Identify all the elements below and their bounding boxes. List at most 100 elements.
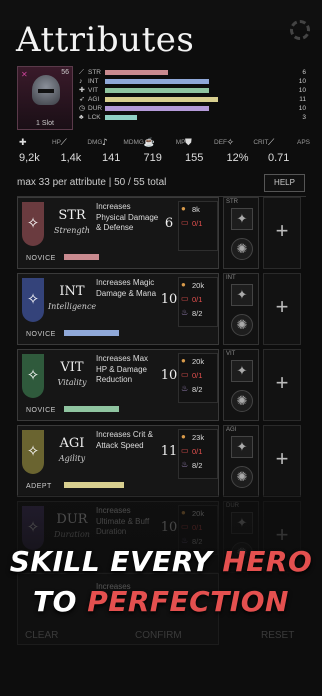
int-emblem-icon: ✧ — [22, 278, 44, 322]
stat-value: 10 — [298, 87, 306, 94]
cost-value: 8/2 — [192, 461, 203, 470]
skill-slots-agi[interactable]: AGI ✦ ✺ — [223, 425, 259, 497]
attribute-name: Strength — [54, 226, 90, 235]
plus-icon: + — [275, 370, 289, 395]
skill-slot-icon[interactable]: ✺ — [231, 314, 253, 336]
promo-line-1: SKILL EVERY HERO — [9, 545, 313, 578]
hp-icon: ✚ — [19, 138, 27, 148]
potion-icon: ♨ — [181, 460, 189, 469]
gear-icon[interactable] — [290, 20, 310, 40]
cost-value: 8/2 — [192, 385, 203, 394]
bottom-buttons: CLEAR CONFIRM RESET — [17, 630, 306, 650]
stat-name: INT — [88, 78, 99, 85]
hero-portrait[interactable]: ✕ 56 1 Slot — [17, 66, 73, 130]
rank-progress-bar — [64, 482, 124, 488]
rank-progress-bar — [64, 406, 119, 412]
attribute-card-str[interactable]: ✧ STR Strength Increases Physical Damage & … — [17, 197, 219, 269]
cost-row: ▭0/1 — [179, 368, 217, 382]
attribute-desc: Increases Physical Damage & Defense — [96, 202, 159, 232]
stat-bar — [105, 97, 218, 102]
skill-slots-int[interactable]: INT ✦ ✺ — [223, 273, 259, 345]
derived-dmg: ⟋ DMG 1,4k — [59, 137, 105, 167]
agi-emblem-icon: ✧ — [22, 430, 44, 474]
confirm-button[interactable]: CONFIRM — [135, 630, 182, 641]
help-button[interactable]: HELP — [264, 174, 305, 192]
stat-name: STR — [88, 69, 101, 76]
cost-value: 0/1 — [192, 447, 203, 456]
derived-value: 155 — [185, 152, 204, 164]
cost-row: ♨8/2 — [179, 382, 217, 396]
derived-mdmg: ♪ MDMG 141 — [100, 137, 146, 167]
derived-value: 719 — [143, 152, 162, 164]
stat-value: 10 — [298, 78, 306, 85]
cost-value: 8/2 — [192, 309, 203, 318]
derived-label: APS — [296, 139, 310, 146]
skill-slot-icon[interactable]: ✺ — [231, 390, 253, 412]
book-icon: ▭ — [181, 370, 189, 379]
attribute-rank: NOVICE — [26, 255, 56, 262]
skill-slot-icon[interactable]: ✦ — [231, 208, 253, 230]
attribute-rank: NOVICE — [26, 407, 56, 414]
cost-row: ♨8/2 — [179, 458, 217, 472]
derived-value: 9,2k — [19, 152, 40, 164]
skill-slot-icon[interactable]: ✦ — [231, 360, 253, 382]
hero-stat-bars: ⟋ STR 6 ♪ INT 10 ✚ VIT 10 ➶ AGI 11 ◷ DUR 10 ♣ LCK 3 — [79, 68, 306, 122]
stat-row-agi: ➶ AGI 11 — [79, 95, 306, 104]
cost-row: ▭0/1 — [179, 444, 217, 458]
attribute-rank: NOVICE — [26, 331, 56, 338]
def-icon: ⛊ — [185, 138, 192, 148]
derived-value: 0.71 — [268, 152, 290, 164]
plus-icon: + — [275, 218, 289, 243]
upgrade-costs: ●20k▭0/1♨8/2 — [178, 277, 218, 327]
add-point-button[interactable]: + — [263, 197, 301, 269]
add-point-button[interactable]: + — [263, 273, 301, 345]
add-point-button[interactable]: + — [263, 349, 301, 421]
stat-bar — [105, 70, 168, 75]
dmg-icon: ⟋ — [60, 138, 67, 148]
attribute-name: Agility — [58, 454, 86, 463]
skill-slots-str[interactable]: STR ✦ ✺ — [223, 197, 259, 269]
derived-value: 12% — [226, 152, 249, 164]
stat-row-str: ⟋ STR 6 — [79, 68, 306, 77]
skill-slot-icon[interactable]: ✺ — [231, 466, 253, 488]
stat-value: 11 — [299, 96, 306, 103]
skill-tag: VIT — [226, 351, 236, 357]
attribute-points: 10 — [160, 292, 178, 307]
reset-button[interactable]: RESET — [261, 630, 294, 641]
skill-slot-icon[interactable]: ✦ — [231, 436, 253, 458]
derived-crit: ✧ CRIT 12% — [225, 137, 271, 167]
attribute-card-int[interactable]: ✧ INT Intelligence Increases Magic Damage &… — [17, 273, 219, 345]
attribute-card-vit[interactable]: ✧ VIT Vitality Increases Max HP & Damage Re… — [17, 349, 219, 421]
stat-name: DUR — [88, 105, 103, 112]
stat-row-vit: ✚ VIT 10 — [79, 86, 306, 95]
cost-row: ● 8k — [179, 202, 217, 216]
attribute-points: 6 — [164, 216, 174, 231]
upgrade-costs: ● 8k ▭ 0/1 — [178, 201, 218, 251]
hero-slot: 1 Slot — [36, 120, 54, 127]
class-icon: ✕ — [21, 70, 28, 79]
skill-tag: AGI — [226, 427, 237, 433]
clear-button[interactable]: CLEAR — [25, 630, 58, 641]
agi-icon: ➶ — [79, 96, 85, 103]
attribute-name: Vitality — [57, 378, 87, 387]
cost-value: 0/1 — [192, 371, 203, 380]
crit-icon: ✧ — [226, 138, 235, 148]
upgrade-costs: ●20k▭0/1♨8/2 — [178, 353, 218, 403]
skill-slot-icon[interactable]: ✺ — [231, 238, 253, 260]
book-icon: ▭ — [181, 446, 189, 455]
skill-slots-vit[interactable]: VIT ✦ ✺ — [223, 349, 259, 421]
cost-value: 8k — [192, 205, 200, 214]
promo-line-2: TO PERFECTION — [33, 585, 289, 618]
page-title: Attributes — [16, 20, 195, 60]
attribute-card-agi[interactable]: ✧ AGI Agility Increases Crit & Attack Speed… — [17, 425, 219, 497]
coin-icon: ● — [181, 356, 186, 365]
derived-mp: ☕ MP 719 — [142, 137, 188, 167]
derived-value: 1,4k — [60, 152, 82, 164]
cost-value: 20k — [192, 281, 205, 290]
cost-row: ● 23k — [179, 430, 217, 444]
skill-slot-icon[interactable]: ✦ — [231, 284, 253, 306]
add-point-button[interactable]: + — [263, 425, 301, 497]
stat-row-dur: ◷ DUR 10 — [79, 104, 306, 113]
coin-icon: ● — [181, 432, 186, 441]
attribute-desc: Increases Max HP & Damage Reduction — [96, 354, 149, 384]
